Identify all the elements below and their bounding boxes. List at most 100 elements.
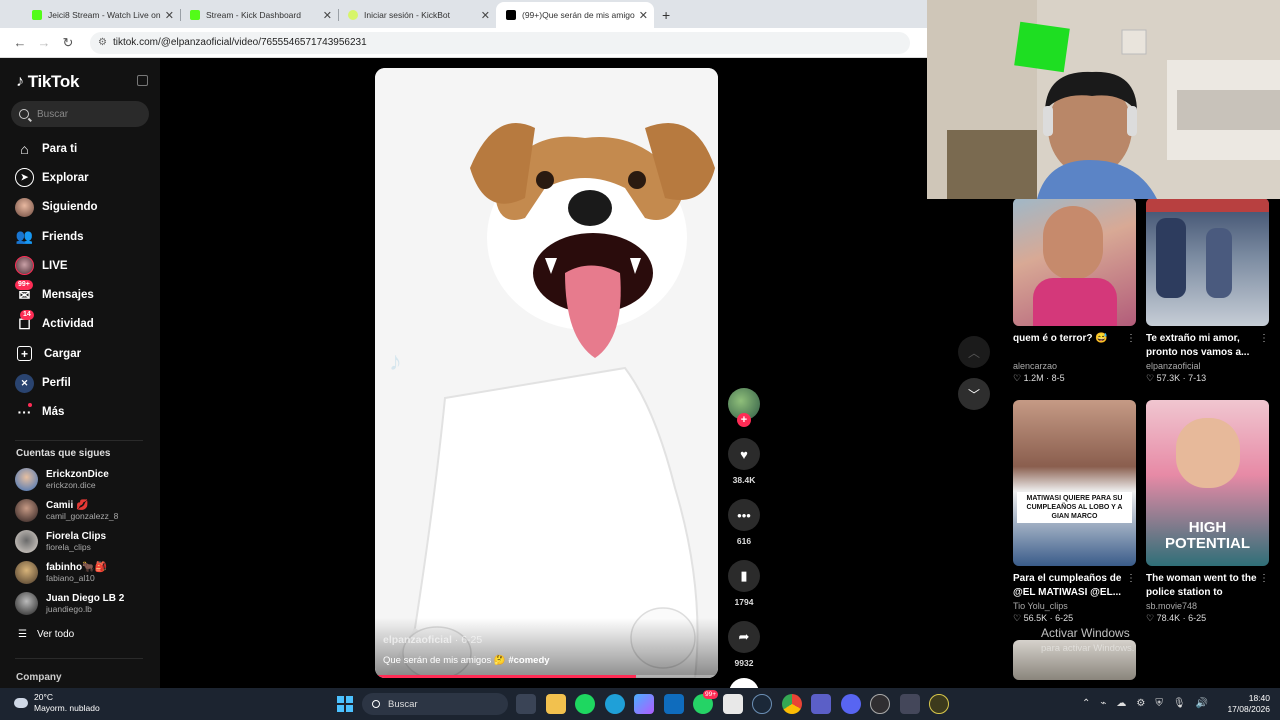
recommended-card[interactable]: MATIWASI QUIERE PARA SU CUMPLEAÑOS AL LO…	[1013, 400, 1136, 624]
nav-explorar[interactable]: ➤ Explorar	[0, 163, 160, 192]
next-video-button[interactable]: ﹀	[958, 378, 990, 410]
app-tray-icon[interactable]: ⚙	[1136, 698, 1145, 709]
following-item[interactable]: Juan Diego LB 2 juandiego.lb	[0, 588, 160, 619]
comment-icon[interactable]: •••	[728, 499, 760, 531]
chrome-icon[interactable]	[781, 694, 802, 714]
company-link[interactable]: Company	[16, 672, 62, 683]
card-author[interactable]: elpanzaoficial	[1146, 361, 1269, 371]
nav-mas[interactable]: ··· Más	[0, 398, 160, 427]
task-view-icon[interactable]	[516, 694, 536, 714]
tab-kick-dashboard[interactable]: Stream - Kick Dashboard ✕	[180, 2, 338, 28]
new-tab-button[interactable]: +	[654, 2, 678, 28]
discord-icon[interactable]	[840, 694, 861, 714]
share-action[interactable]: ➦ 9932	[726, 621, 762, 668]
share-icon[interactable]: ➦	[728, 621, 760, 653]
taskbar-clock[interactable]: 18:40 17/08/2026	[1222, 693, 1270, 715]
taskbar-search-input[interactable]: Buscar	[362, 693, 508, 715]
nav-actividad[interactable]: ☐ 14 Actividad	[0, 309, 160, 339]
card-author[interactable]: sb.movie748	[1146, 601, 1269, 611]
nav-para-ti[interactable]: ⌂ Para ti	[0, 134, 160, 163]
nav-mensajes[interactable]: ✉ 99+ Mensajes	[0, 280, 160, 309]
close-icon[interactable]: ✕	[639, 9, 648, 22]
avatar	[15, 592, 38, 615]
recommended-card[interactable]: HIGH POTENTIAL The woman went to the pol…	[1146, 400, 1269, 624]
activate-windows-subtitle: para activar Windows.	[1041, 643, 1135, 654]
avatar	[15, 561, 38, 584]
volume-icon[interactable]: 🔊	[1196, 698, 1208, 709]
close-icon[interactable]: ✕	[481, 9, 490, 22]
file-explorer-icon[interactable]	[545, 694, 566, 714]
edge-icon[interactable]	[604, 694, 625, 714]
tab-tiktok[interactable]: (99+)Que serán de mis amigos ✕	[496, 2, 654, 28]
forward-icon[interactable]: →	[32, 35, 56, 50]
site-settings-icon[interactable]: ⚙	[98, 37, 107, 48]
nav-perfil[interactable]: ✕ Perfil	[0, 368, 160, 397]
tab-kickbot[interactable]: Iniciar sesión - KickBot ✕	[338, 2, 496, 28]
following-item[interactable]: Fiorela Clips fiorela_clips	[0, 526, 160, 557]
following-item[interactable]: fabinho🐂🎒 fabiano_al10	[0, 557, 160, 588]
video-thumbnail[interactable]: HIGH POTENTIAL	[1146, 400, 1269, 566]
heart-icon[interactable]: ♥	[728, 438, 760, 470]
bookmark-icon[interactable]: ▮	[728, 560, 760, 592]
recommended-card[interactable]: Te extraño mi amor, pronto nos vamos a..…	[1146, 198, 1269, 384]
network-icon[interactable]: ⌁	[1100, 698, 1106, 709]
close-icon[interactable]: ✕	[323, 9, 332, 22]
obs-icon[interactable]	[870, 694, 890, 714]
cloud-icon[interactable]: ☁	[1116, 698, 1126, 709]
comment-action[interactable]: ••• 616	[726, 499, 762, 546]
following-item[interactable]: ErickzonDice erickzon.dice	[0, 464, 160, 495]
nav-live[interactable]: LIVE	[0, 251, 160, 280]
previous-video-button[interactable]: ︿	[958, 336, 990, 368]
more-options-icon[interactable]: ⋮	[1126, 332, 1136, 346]
collapse-sidebar-icon[interactable]	[137, 75, 148, 86]
outlook-icon[interactable]	[663, 694, 684, 714]
app-icon[interactable]	[929, 694, 949, 714]
tab-kick-stream[interactable]: Jeici8 Stream - Watch Live on K ✕	[22, 2, 180, 28]
whatsapp-icon[interactable]: 99+	[693, 690, 718, 714]
recommended-card[interactable]: quem é o terror? 😅 ⋮ alencarzao ♡ 1.2M · …	[1013, 198, 1136, 384]
microphone-icon[interactable]: 🎙	[1173, 698, 1186, 709]
see-all-link[interactable]: ☰ Ver todo	[18, 629, 74, 640]
back-icon[interactable]: ←	[8, 35, 32, 50]
shield-icon[interactable]: ⛨	[1155, 698, 1163, 709]
follow-plus-icon[interactable]: +	[737, 413, 751, 427]
more-options-icon[interactable]: ⋮	[1259, 572, 1269, 586]
store-icon[interactable]	[722, 694, 743, 714]
like-action[interactable]: ♥ 38.4K	[726, 438, 762, 485]
video-thumbnail[interactable]	[1146, 198, 1269, 326]
search-input[interactable]: Buscar	[11, 101, 149, 127]
spotify-icon[interactable]	[575, 694, 595, 714]
url-field[interactable]: ⚙ tiktok.com/@elpanzaoficial/video/76555…	[90, 31, 910, 54]
video-player[interactable]: ♪ elpanzaoficial · 6-25 Que serán de mis…	[375, 68, 718, 678]
teams-icon[interactable]	[811, 694, 831, 714]
windows-start-icon[interactable]	[337, 696, 353, 712]
steam-icon[interactable]	[752, 694, 772, 714]
divider	[15, 440, 143, 441]
nav-siguiendo[interactable]: Siguiendo	[0, 193, 160, 222]
video-author[interactable]: elpanzaoficial · 6-25	[383, 634, 482, 646]
reload-icon[interactable]: ↻	[56, 35, 80, 51]
video-thumbnail[interactable]: MATIWASI QUIERE PARA SU CUMPLEAÑOS AL LO…	[1013, 400, 1136, 566]
card-stats: ♡ 56.5K · 6-25	[1013, 613, 1074, 623]
following-item[interactable]: Camii 💋 camil_gonzalezz_8	[0, 495, 160, 526]
card-author[interactable]: alencarzao	[1013, 361, 1136, 371]
save-action[interactable]: ▮ 1794	[726, 560, 762, 607]
nav-friends[interactable]: 👥 Friends	[0, 222, 160, 251]
chevron-up-icon[interactable]: ⌃	[1082, 698, 1090, 709]
creator-avatar[interactable]: +	[728, 388, 760, 427]
video-thumbnail[interactable]	[1013, 198, 1136, 326]
card-author[interactable]: Tio Yolu_clips	[1013, 601, 1136, 611]
tiktok-logo[interactable]: ♪ TikTok	[16, 72, 79, 92]
hashtag-link[interactable]: #comedy	[508, 655, 549, 666]
copilot-icon[interactable]	[634, 694, 654, 714]
video-progress-bar[interactable]	[375, 675, 718, 678]
close-icon[interactable]: ✕	[165, 9, 174, 22]
video-actions: + ♥ 38.4K ••• 616 ▮ 1794 ➦ 9932 ♫	[726, 388, 762, 708]
card-stats: ♡ 1.2M · 8-5	[1013, 373, 1065, 383]
home-icon: ⌂	[20, 140, 29, 157]
more-options-icon[interactable]: ⋮	[1259, 332, 1269, 346]
more-options-icon[interactable]: ⋮	[1126, 572, 1136, 586]
app-icon[interactable]	[899, 694, 920, 714]
weather-widget[interactable]: 20°C Mayorm. nublado	[14, 692, 100, 714]
nav-cargar[interactable]: + Cargar	[0, 339, 160, 368]
